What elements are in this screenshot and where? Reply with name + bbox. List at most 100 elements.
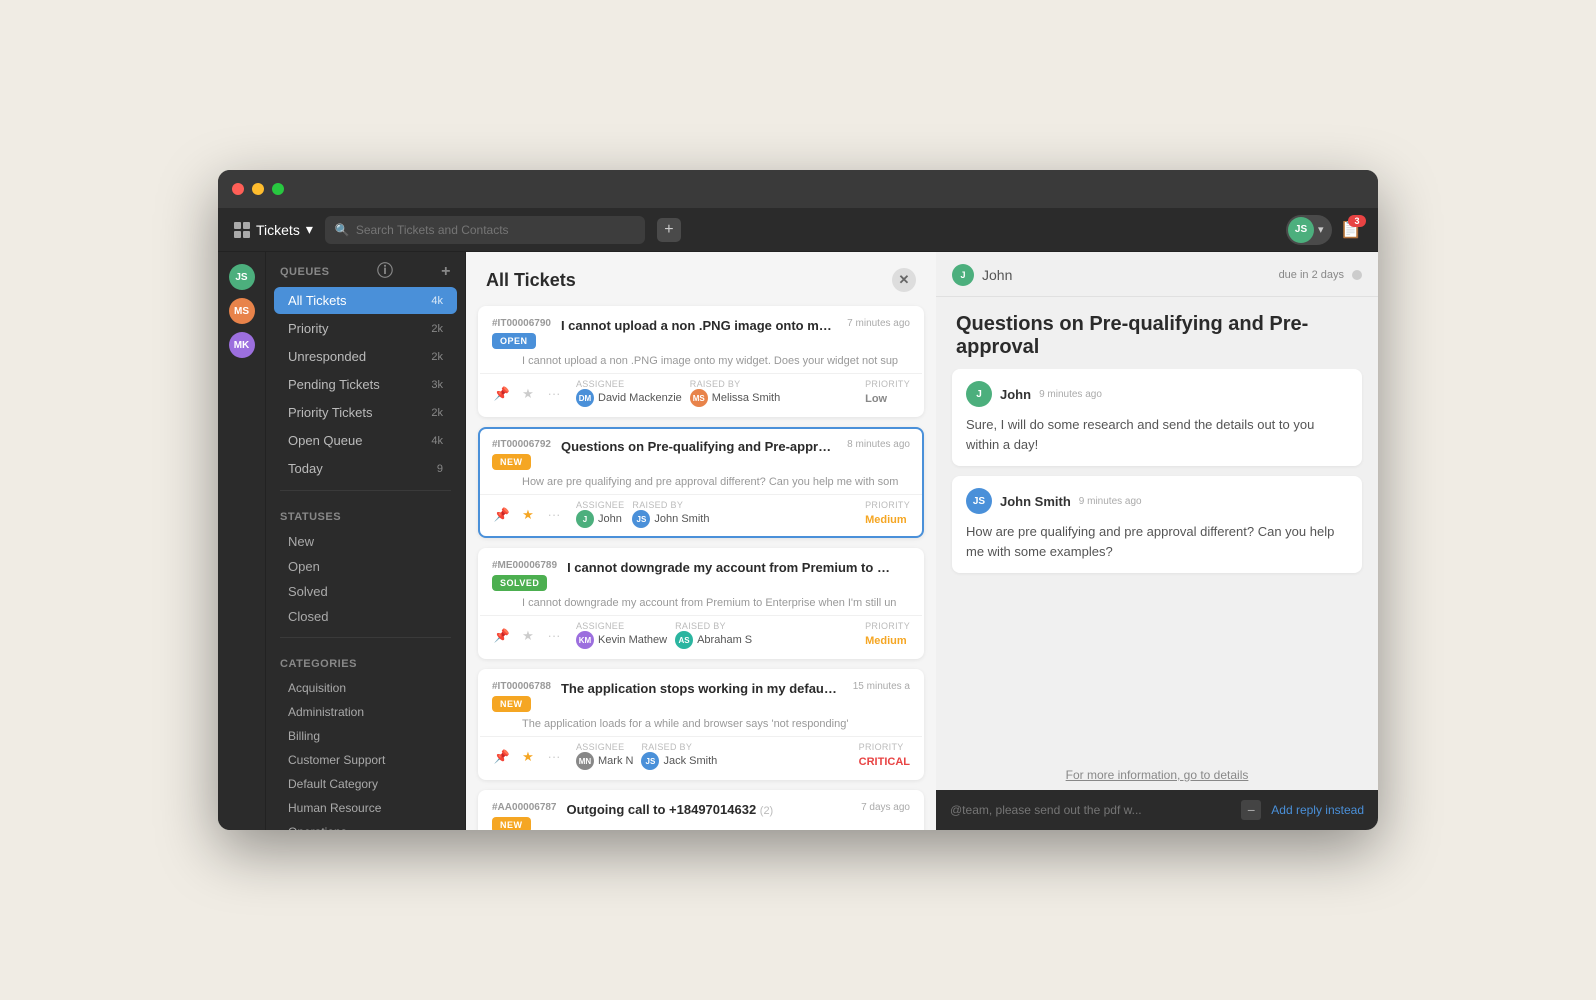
pin-icon[interactable]: 📌 bbox=[492, 505, 512, 525]
sidebar-category-billing[interactable]: Billing bbox=[266, 724, 465, 748]
search-bar[interactable]: 🔍 bbox=[325, 216, 645, 244]
priority-label: Medium bbox=[865, 635, 907, 647]
titlebar bbox=[218, 170, 1378, 208]
detail-user-name: John bbox=[982, 267, 1012, 283]
message-avatar: J bbox=[966, 381, 992, 407]
sidebar-status-new[interactable]: New bbox=[266, 529, 465, 554]
more-icon[interactable]: ··· bbox=[544, 747, 564, 767]
detail-header-right: due in 2 days bbox=[1279, 269, 1362, 281]
ticket-card-2[interactable]: #ME00006789 SOLVED I cannot downgrade my… bbox=[478, 548, 924, 659]
raised-by-avatar: JS bbox=[641, 752, 659, 770]
close-panel-button[interactable]: ✕ bbox=[892, 268, 916, 292]
icon-strip-avatar-mk[interactable]: MK bbox=[229, 332, 255, 358]
pin-icon[interactable]: 📌 bbox=[492, 747, 512, 767]
detail-due: due in 2 days bbox=[1279, 269, 1344, 281]
sidebar-category-human-resource[interactable]: Human Resource bbox=[266, 796, 465, 820]
ticket-title: Questions on Pre-qualifying and Pre-appr… bbox=[561, 439, 833, 454]
assignee-avatar: DM bbox=[576, 389, 594, 407]
add-button[interactable]: + bbox=[657, 218, 681, 242]
raised-by-avatar: AS bbox=[675, 631, 693, 649]
sidebar-items: All Tickets4kPriority2kUnresponded2kPend… bbox=[266, 287, 465, 482]
star-icon[interactable]: ★ bbox=[518, 384, 538, 404]
detail-user-avatar: J bbox=[952, 264, 974, 286]
window-close-dot[interactable] bbox=[232, 183, 244, 195]
message-time: 9 minutes ago bbox=[1039, 389, 1102, 400]
ticket-card-0[interactable]: #IT00006790 OPEN I cannot upload a non .… bbox=[478, 306, 924, 417]
add-queue-icon[interactable]: + bbox=[441, 264, 451, 280]
raised-by-avatar: MS bbox=[690, 389, 708, 407]
message-bubble-0: J John 9 minutes ago Sure, I will do som… bbox=[952, 369, 1362, 466]
ticket-status-badge: NEW bbox=[492, 454, 531, 470]
grid-icon bbox=[234, 222, 250, 238]
message-text: Sure, I will do some research and send t… bbox=[966, 415, 1348, 454]
sidebar-categories: AcquisitionAdministrationBillingCustomer… bbox=[266, 676, 465, 830]
compose-minimize-button[interactable]: − bbox=[1241, 800, 1261, 820]
detail-messages: J John 9 minutes ago Sure, I will do som… bbox=[936, 369, 1378, 760]
sidebar-item-open-queue[interactable]: Open Queue4k bbox=[274, 427, 457, 454]
detail-compose: − Add reply instead bbox=[936, 790, 1378, 830]
ticket-status-badge: NEW bbox=[492, 817, 531, 830]
sidebar-item-priority[interactable]: Priority2k bbox=[274, 315, 457, 342]
add-reply-button[interactable]: Add reply instead bbox=[1271, 803, 1364, 817]
sidebar-status-closed[interactable]: Closed bbox=[266, 604, 465, 629]
compose-input[interactable] bbox=[950, 803, 1231, 817]
sidebar-item-priority-tickets[interactable]: Priority Tickets2k bbox=[274, 399, 457, 426]
assignee-avatar: KM bbox=[576, 631, 594, 649]
more-icon[interactable]: ··· bbox=[544, 384, 564, 404]
ticket-preview: I cannot downgrade my account from Premi… bbox=[480, 597, 922, 615]
ticket-card-3[interactable]: #IT00006788 NEW The application stops wo… bbox=[478, 669, 924, 780]
topbar-right: JS ▾ 📋 3 bbox=[1286, 215, 1362, 245]
more-info-link[interactable]: For more information, go to details bbox=[936, 760, 1378, 790]
star-icon[interactable]: ★ bbox=[518, 626, 538, 646]
sidebar-category-operations[interactable]: Operations bbox=[266, 820, 465, 830]
more-icon[interactable]: ··· bbox=[544, 626, 564, 646]
user-avatar-group[interactable]: JS ▾ bbox=[1286, 215, 1332, 245]
sidebar-status-solved[interactable]: Solved bbox=[266, 579, 465, 604]
sidebar-status-open[interactable]: Open bbox=[266, 554, 465, 579]
pin-icon[interactable]: 📌 bbox=[492, 626, 512, 646]
ticket-status-badge: OPEN bbox=[492, 333, 536, 349]
detail-title: Questions on Pre-qualifying and Pre-appr… bbox=[936, 297, 1378, 369]
brand[interactable]: Tickets ▾ bbox=[234, 221, 313, 238]
notification-count: 3 bbox=[1348, 215, 1366, 227]
sidebar-category-customer-support[interactable]: Customer Support bbox=[266, 748, 465, 772]
sidebar-item-unresponded[interactable]: Unresponded2k bbox=[274, 343, 457, 370]
ticket-list: #IT00006790 OPEN I cannot upload a non .… bbox=[466, 302, 936, 830]
add-queue-button[interactable]: ⓘ bbox=[377, 264, 394, 280]
notifications[interactable]: 📋 3 bbox=[1340, 219, 1362, 240]
sidebar-category-acquisition[interactable]: Acquisition bbox=[266, 676, 465, 700]
window-minimize-dot[interactable] bbox=[252, 183, 264, 195]
sidebar: QUEUES ⓘ + All Tickets4kPriority2kUnresp… bbox=[266, 252, 466, 830]
message-text: How are pre qualifying and pre approval … bbox=[966, 522, 1348, 561]
panel-title: All Tickets bbox=[486, 270, 576, 291]
message-avatar: JS bbox=[966, 488, 992, 514]
ticket-card-4[interactable]: #AA00006787 NEW Outgoing call to +184970… bbox=[478, 790, 924, 830]
message-sender-name: John bbox=[1000, 387, 1031, 402]
panel-header: All Tickets ✕ bbox=[466, 252, 936, 302]
icon-strip-avatar-js[interactable]: JS bbox=[229, 264, 255, 290]
detail-panel: J John due in 2 days Questions on Pre-qu… bbox=[936, 252, 1378, 830]
sidebar-item-all-tickets[interactable]: All Tickets4k bbox=[274, 287, 457, 314]
ticket-preview: How are pre qualifying and pre approval … bbox=[480, 476, 922, 494]
star-icon[interactable]: ★ bbox=[518, 505, 538, 525]
ticket-preview: The application loads for a while and br… bbox=[480, 718, 922, 736]
raised-by-avatar: JS bbox=[632, 510, 650, 528]
more-icon[interactable]: ··· bbox=[544, 505, 564, 525]
message-bubble-1: JS John Smith 9 minutes ago How are pre … bbox=[952, 476, 1362, 573]
sidebar-item-pending-tickets[interactable]: Pending Tickets3k bbox=[274, 371, 457, 398]
pin-icon[interactable]: 📌 bbox=[492, 384, 512, 404]
sidebar-category-default-category[interactable]: Default Category bbox=[266, 772, 465, 796]
sidebar-statuses: NewOpenSolvedClosed bbox=[266, 529, 465, 629]
icon-strip: JS MS MK bbox=[218, 252, 266, 830]
star-icon[interactable]: ★ bbox=[518, 747, 538, 767]
icon-strip-avatar-ms[interactable]: MS bbox=[229, 298, 255, 324]
brand-label: Tickets bbox=[256, 222, 300, 238]
sidebar-category-administration[interactable]: Administration bbox=[266, 700, 465, 724]
sidebar-item-today[interactable]: Today9 bbox=[274, 455, 457, 482]
sidebar-divider-1 bbox=[280, 490, 451, 491]
search-input[interactable] bbox=[356, 223, 635, 237]
ticket-preview: I cannot upload a non .PNG image onto my… bbox=[480, 355, 922, 373]
window-fullscreen-dot[interactable] bbox=[272, 183, 284, 195]
ticket-card-1[interactable]: #IT00006792 NEW Questions on Pre-qualify… bbox=[478, 427, 924, 538]
message-time: 9 minutes ago bbox=[1079, 496, 1142, 507]
